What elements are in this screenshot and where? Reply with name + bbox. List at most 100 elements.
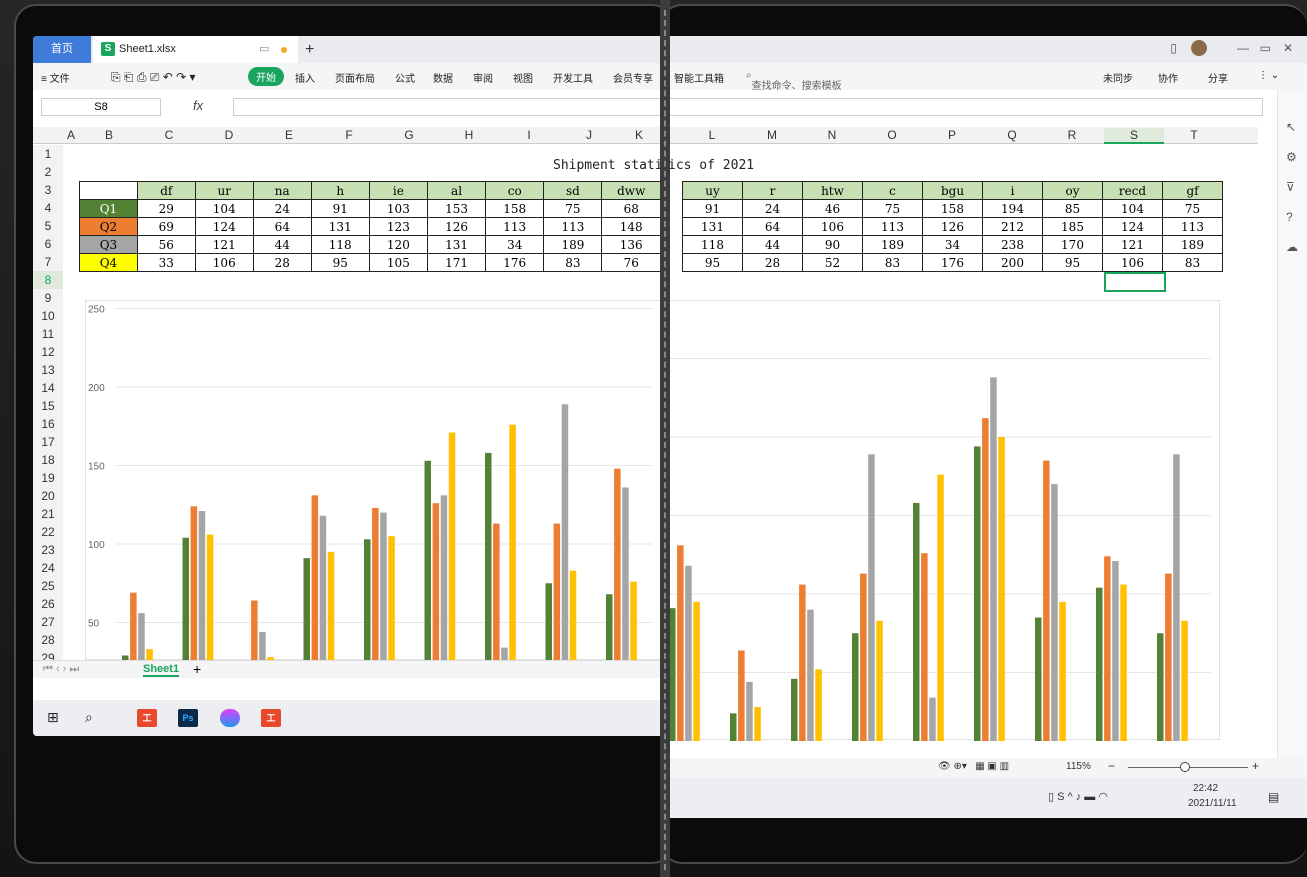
- category-header-cell[interactable]: r: [742, 181, 803, 200]
- value-cell[interactable]: 126: [426, 217, 487, 236]
- value-cell[interactable]: 106: [802, 217, 863, 236]
- value-cell[interactable]: 69: [136, 217, 196, 236]
- col-header[interactable]: Q: [982, 128, 1042, 142]
- formula-input[interactable]: [233, 98, 661, 116]
- row-header[interactable]: 11: [33, 325, 63, 343]
- category-header-cell[interactable]: co: [485, 181, 545, 200]
- value-cell[interactable]: 131: [310, 217, 370, 236]
- ribbon-tab-view[interactable]: 视图: [513, 70, 533, 85]
- taskbar-app-icon[interactable]: [220, 709, 240, 727]
- category-header-cell[interactable]: sd: [543, 181, 603, 200]
- row-header[interactable]: 5: [33, 217, 63, 235]
- row-header[interactable]: 13: [33, 361, 63, 379]
- category-header-cell[interactable]: bgu: [922, 181, 983, 200]
- value-cell[interactable]: 28: [742, 253, 803, 272]
- value-cell[interactable]: 29: [136, 199, 196, 218]
- row-header[interactable]: 26: [33, 595, 63, 613]
- ribbon-tab-data[interactable]: 数据: [433, 70, 453, 85]
- value-cell[interactable]: 95: [1042, 253, 1103, 272]
- value-cell[interactable]: 136: [601, 235, 661, 254]
- value-cell[interactable]: 189: [862, 235, 923, 254]
- name-box[interactable]: S8: [41, 98, 161, 116]
- value-cell[interactable]: 118: [310, 235, 370, 254]
- value-cell[interactable]: 185: [1042, 217, 1103, 236]
- ribbon-tab-start[interactable]: 开始: [248, 67, 284, 86]
- taskbar-app-icon[interactable]: 工: [137, 709, 157, 727]
- category-header-cell[interactable]: oy: [1042, 181, 1103, 200]
- value-cell[interactable]: 148: [601, 217, 661, 236]
- quarter-label-cell[interactable]: Q1: [79, 199, 138, 218]
- row-header[interactable]: 24: [33, 559, 63, 577]
- value-cell[interactable]: 104: [1102, 199, 1163, 218]
- filter-icon[interactable]: ⊽: [1286, 180, 1295, 194]
- col-header[interactable]: O: [862, 128, 922, 142]
- collaborate-button[interactable]: 协作: [1158, 70, 1178, 85]
- file-menu-button[interactable]: ≡ 文件: [41, 70, 70, 85]
- value-cell[interactable]: 189: [543, 235, 603, 254]
- row-header[interactable]: 10: [33, 307, 63, 325]
- value-cell[interactable]: 34: [485, 235, 545, 254]
- value-cell[interactable]: 24: [742, 199, 803, 218]
- value-cell[interactable]: 212: [982, 217, 1043, 236]
- add-sheet-button[interactable]: +: [193, 661, 201, 677]
- value-cell[interactable]: 176: [922, 253, 983, 272]
- value-cell[interactable]: 131: [682, 217, 743, 236]
- maximize-button[interactable]: ▭: [1260, 41, 1271, 55]
- value-cell[interactable]: 106: [1102, 253, 1163, 272]
- col-header[interactable]: L: [682, 128, 742, 142]
- row-header[interactable]: 2: [33, 163, 63, 181]
- value-cell[interactable]: 171: [426, 253, 487, 272]
- col-header[interactable]: A: [63, 128, 79, 142]
- backup-icon[interactable]: ☁: [1286, 240, 1298, 254]
- chart-right[interactable]: uyrhtwcbguioyrecdgfQ3 Q4: [668, 300, 1220, 777]
- value-cell[interactable]: 75: [1162, 199, 1223, 218]
- category-header-cell[interactable]: na: [252, 181, 312, 200]
- category-header-cell[interactable]: df: [136, 181, 196, 200]
- category-header-cell[interactable]: ur: [194, 181, 254, 200]
- value-cell[interactable]: 95: [310, 253, 370, 272]
- quarter-label-cell[interactable]: Q2: [79, 217, 138, 236]
- taskbar-app-icon[interactable]: 工: [261, 709, 281, 727]
- sheet-tab-sheet1[interactable]: Sheet1: [143, 663, 180, 677]
- view-icons[interactable]: 👁 ⊕▾ ▦ ▣ ▥: [938, 761, 1009, 772]
- value-cell[interactable]: 113: [485, 217, 545, 236]
- cursor-icon[interactable]: ↖: [1286, 120, 1296, 134]
- col-header[interactable]: H: [439, 128, 499, 142]
- value-cell[interactable]: 76: [601, 253, 661, 272]
- value-cell[interactable]: 56: [136, 235, 196, 254]
- row-header[interactable]: 18: [33, 451, 63, 469]
- value-cell[interactable]: 64: [252, 217, 312, 236]
- category-header-cell[interactable]: i: [982, 181, 1043, 200]
- row-header[interactable]: 4: [33, 199, 63, 217]
- row-header[interactable]: 28: [33, 631, 63, 649]
- value-cell[interactable]: 75: [862, 199, 923, 218]
- value-cell[interactable]: 238: [982, 235, 1043, 254]
- value-cell[interactable]: 46: [802, 199, 863, 218]
- clock-date[interactable]: 2021/11/11: [1188, 798, 1237, 809]
- row-header[interactable]: 19: [33, 469, 63, 487]
- row-header[interactable]: 12: [33, 343, 63, 361]
- zoom-level[interactable]: 115%: [1066, 761, 1091, 772]
- row-header[interactable]: 22: [33, 523, 63, 541]
- selected-cell-s8[interactable]: [1104, 272, 1166, 292]
- ribbon-tab-insert[interactable]: 插入: [295, 70, 315, 85]
- value-cell[interactable]: 189: [1162, 235, 1223, 254]
- row-header[interactable]: 8: [33, 271, 63, 289]
- notification-icon[interactable]: ▤: [1268, 790, 1279, 804]
- col-header[interactable]: R: [1042, 128, 1102, 142]
- ribbon-tab-layout[interactable]: 页面布局: [335, 70, 375, 85]
- value-cell[interactable]: 68: [601, 199, 661, 218]
- value-cell[interactable]: 33: [136, 253, 196, 272]
- row-header[interactable]: 25: [33, 577, 63, 595]
- row-header[interactable]: 17: [33, 433, 63, 451]
- tray-icons[interactable]: ▯ S ^ ♪ ▬ ◠: [1048, 790, 1108, 803]
- quarter-label-cell[interactable]: Q4: [79, 253, 138, 272]
- share-button[interactable]: 分享: [1208, 70, 1228, 85]
- value-cell[interactable]: 131: [426, 235, 487, 254]
- category-header-cell[interactable]: uy: [682, 181, 743, 200]
- value-cell[interactable]: 34: [922, 235, 983, 254]
- help-icon[interactable]: ?: [1286, 210, 1293, 224]
- quick-access-icons[interactable]: ⎘ ⎗ ⎙ ⎚ ↶ ↷ ▾: [111, 70, 196, 85]
- category-header-cell[interactable]: h: [310, 181, 370, 200]
- close-button[interactable]: ✕: [1283, 41, 1293, 55]
